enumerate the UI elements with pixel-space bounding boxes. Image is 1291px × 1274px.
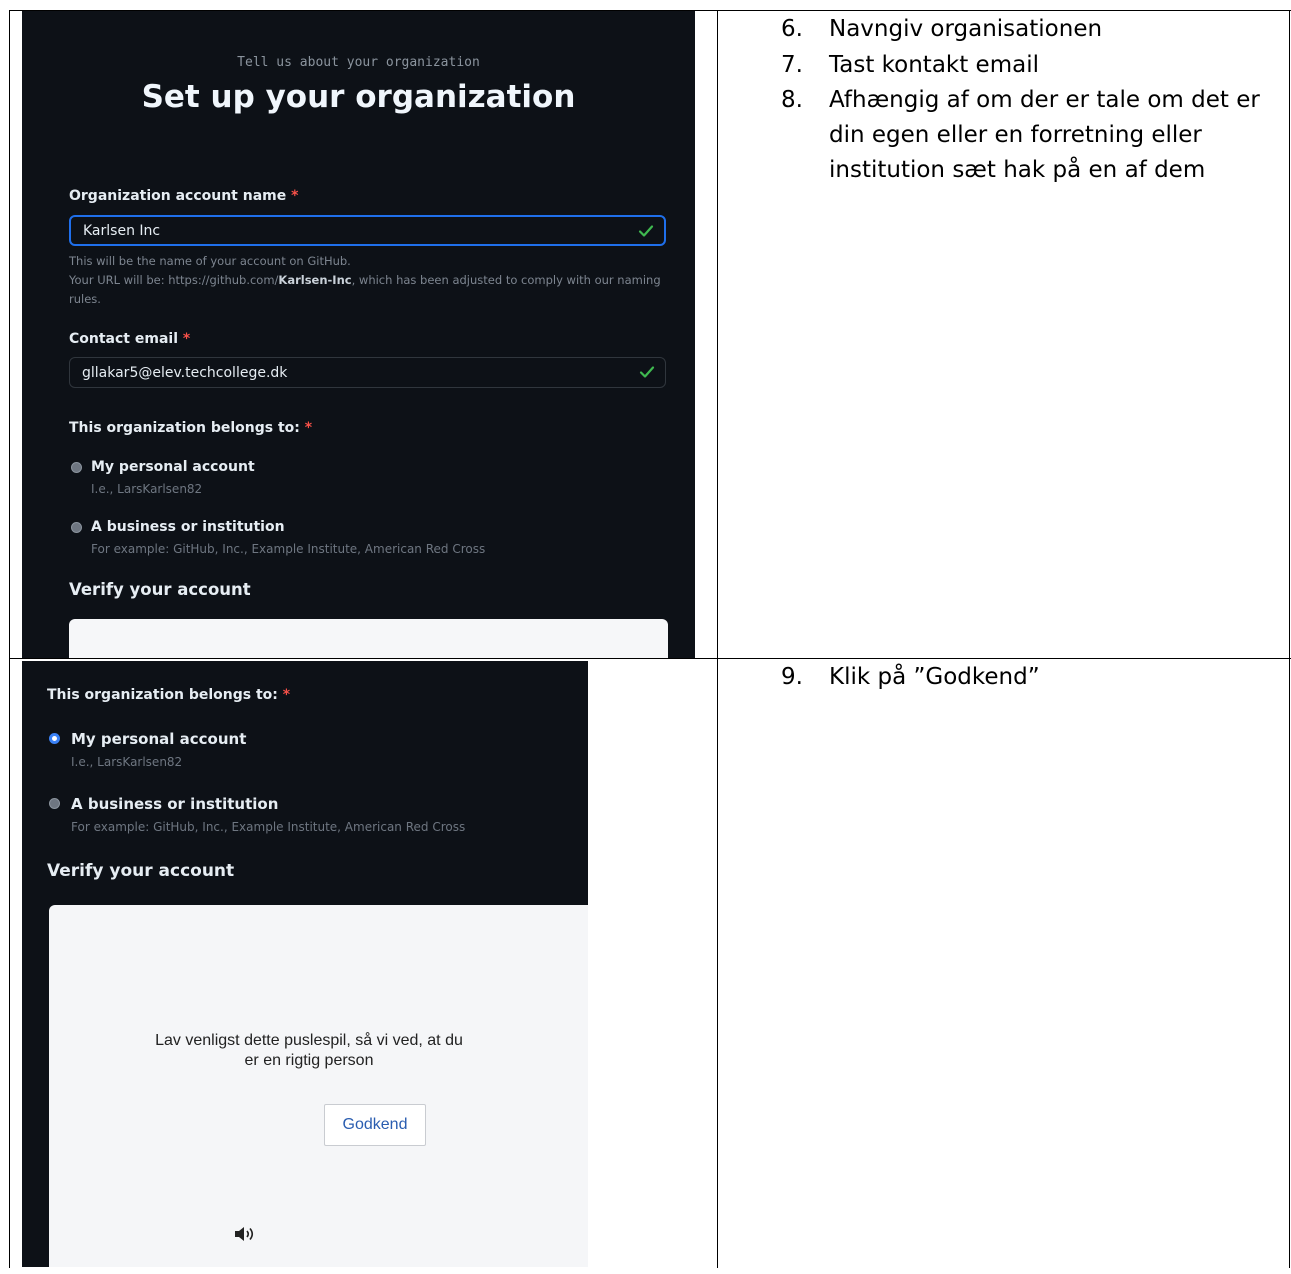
step-6-text: Navngiv organisationen xyxy=(829,16,1103,42)
org-name-help-line3: rules. xyxy=(69,292,101,306)
contact-email-input[interactable] xyxy=(82,358,622,387)
url-slug: Karlsen-Inc xyxy=(278,273,352,287)
org-name-help-line2: Your URL will be: https://github.com/Kar… xyxy=(69,271,669,290)
option-business-sublabel: For example: GitHub, Inc., Example Insti… xyxy=(91,542,486,556)
radio-business-institution[interactable] xyxy=(49,798,60,809)
belongs-to-label-text: This organization belongs to: xyxy=(69,420,300,436)
captcha-instructions: Lav venligst dette puslespil, så vi ved,… xyxy=(49,1031,569,1071)
option-business-label[interactable]: A business or institution xyxy=(71,795,278,813)
contact-email-field[interactable] xyxy=(69,357,666,388)
captcha-instructions-line2: er en rigtig person xyxy=(244,1052,374,1069)
step-7-text: Tast kontakt email xyxy=(829,52,1039,78)
belongs-to-label: This organization belongs to: * xyxy=(47,687,290,703)
required-asterisk: * xyxy=(291,188,299,204)
table-divider-horizontal xyxy=(9,658,1291,659)
checkmark-icon xyxy=(638,225,654,237)
radio-personal-account-selected[interactable] xyxy=(49,733,60,744)
step-8-text: Afhængig af om der er tale om det er din… xyxy=(829,87,1260,183)
verify-heading: Verify your account xyxy=(47,861,235,881)
instructions-steps-6-8: 6. Navngiv organisationen 7. Tast kontak… xyxy=(781,12,1281,212)
required-asterisk: * xyxy=(304,420,313,436)
step-9-text: Klik på ”Godkend” xyxy=(829,664,1040,690)
captcha-instructions-line1: Lav venligst dette puslespil, så vi ved,… xyxy=(155,1032,463,1049)
step-8-number: 8. xyxy=(781,87,803,113)
godkend-button[interactable]: Godkend xyxy=(324,1104,426,1146)
table-divider-vertical xyxy=(717,10,718,1268)
org-name-label-text: Organization account name xyxy=(69,188,287,204)
org-name-help: This will be the name of your account on… xyxy=(69,252,669,309)
table-border-left xyxy=(9,10,10,1268)
option-personal-label[interactable]: My personal account xyxy=(71,730,246,748)
option-personal-label[interactable]: My personal account xyxy=(91,459,255,475)
org-name-label: Organization account name * xyxy=(69,188,298,204)
table-border-right xyxy=(1289,10,1290,1268)
org-name-input[interactable] xyxy=(83,217,623,244)
radio-business-institution[interactable] xyxy=(71,522,82,533)
page-title: Set up your organization xyxy=(141,79,576,115)
page-subtitle: Tell us about your organization xyxy=(237,55,480,70)
step-9-number: 9. xyxy=(781,664,803,690)
verify-puzzle-frame xyxy=(69,619,668,658)
contact-email-label-text: Contact email xyxy=(69,331,178,347)
step-7-number: 7. xyxy=(781,52,803,78)
setup-organization-screenshot: Tell us about your organization Set up y… xyxy=(22,11,695,658)
radio-personal-account[interactable] xyxy=(71,462,82,473)
option-business-sublabel: For example: GitHub, Inc., Example Insti… xyxy=(71,820,466,834)
belongs-to-label-text: This organization belongs to: xyxy=(47,687,278,703)
verify-account-screenshot: This organization belongs to: * My perso… xyxy=(22,661,588,1267)
step-6-number: 6. xyxy=(781,16,803,42)
verify-heading: Verify your account xyxy=(69,580,251,599)
speaker-icon[interactable] xyxy=(234,1226,256,1242)
required-asterisk: * xyxy=(282,687,291,703)
instructions-step-9: 9. Klik på ”Godkend” xyxy=(781,660,1281,700)
belongs-to-label: This organization belongs to: * xyxy=(69,420,312,436)
checkmark-icon xyxy=(639,366,655,378)
option-business-label[interactable]: A business or institution xyxy=(91,519,285,535)
contact-email-label: Contact email * xyxy=(69,331,190,347)
url-suffix: , which has been adjusted to comply with… xyxy=(351,273,661,287)
required-asterisk: * xyxy=(182,331,191,347)
org-name-field[interactable] xyxy=(69,215,666,246)
option-personal-sublabel: I.e., LarsKarlsen82 xyxy=(91,482,203,496)
url-prefix: Your URL will be: https://github.com/ xyxy=(69,273,279,287)
option-personal-sublabel: I.e., LarsKarlsen82 xyxy=(71,755,183,769)
captcha-puzzle: Lav venligst dette puslespil, så vi ved,… xyxy=(49,905,588,1267)
org-name-help-line1: This will be the name of your account on… xyxy=(69,254,351,268)
